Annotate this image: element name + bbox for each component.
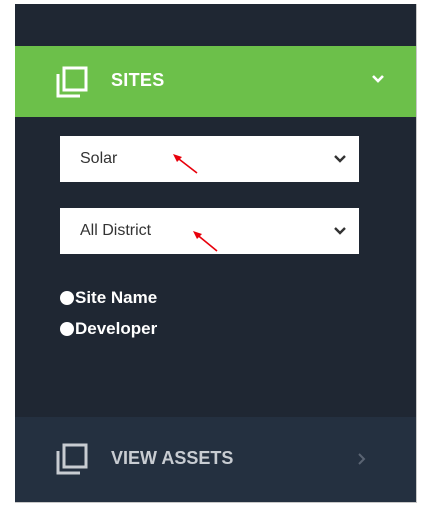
sites-section-title: SITES bbox=[111, 70, 165, 90]
radio-label: Developer bbox=[75, 319, 158, 338]
radio-developer[interactable]: Developer bbox=[60, 318, 157, 340]
radio-site-name[interactable]: Site Name bbox=[60, 287, 157, 309]
site-type-select-value: Solar bbox=[80, 150, 118, 167]
view-assets-title: VIEW ASSETS bbox=[111, 448, 234, 468]
radio-label: Site Name bbox=[75, 288, 158, 307]
site-type-select[interactable]: Solar bbox=[60, 136, 359, 182]
chevron-down-icon bbox=[334, 227, 346, 235]
copy-icon bbox=[56, 66, 88, 98]
sidebar-panel: SITES Solar All District Site Name Devel… bbox=[15, 4, 417, 503]
annotation-arrow bbox=[173, 154, 198, 174]
chevron-right-icon[interactable] bbox=[356, 451, 368, 467]
district-select-value: All District bbox=[80, 222, 152, 239]
annotation-arrow bbox=[193, 231, 218, 252]
chevron-down-icon bbox=[334, 155, 346, 163]
copy-icon bbox=[56, 443, 88, 475]
chevron-down-icon[interactable] bbox=[370, 71, 386, 87]
sites-section-header[interactable]: SITES bbox=[15, 46, 416, 117]
radio-button[interactable] bbox=[60, 291, 74, 305]
view-assets-section-header[interactable]: VIEW ASSETS bbox=[15, 417, 416, 502]
radio-button[interactable] bbox=[60, 322, 74, 336]
